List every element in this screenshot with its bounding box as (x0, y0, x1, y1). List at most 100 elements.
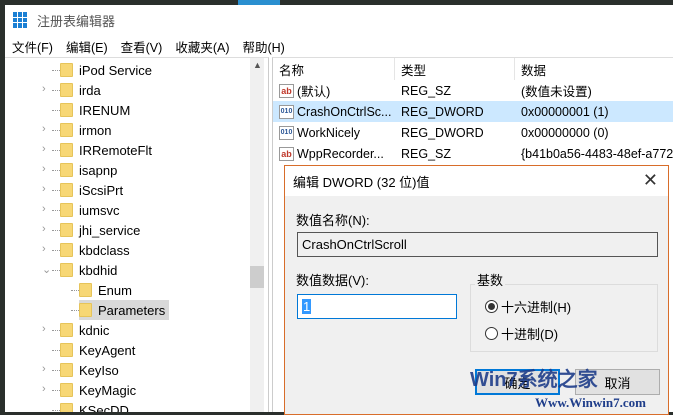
value-data-input[interactable]: 1 (297, 294, 457, 319)
menu-favorites[interactable]: 收藏夹(A) (175, 37, 229, 56)
folder-icon (60, 223, 73, 237)
tree-connector (52, 350, 60, 351)
column-type[interactable]: 类型 (401, 60, 426, 79)
watermark-logo: Win7系统之家 (470, 369, 598, 391)
tree-node-label: iumsvc (79, 202, 120, 218)
chevron-right-icon[interactable]: › (42, 383, 52, 395)
string-value-icon: ab (279, 83, 294, 98)
radio-hex-circle[interactable] (485, 300, 498, 313)
dialog-title: 编辑 DWORD (32 位)值 (293, 174, 430, 190)
value-type: REG_DWORD (401, 104, 484, 119)
table-row[interactable]: ab WppRecorder... REG_SZ {b41b0a56-4483-48e… (273, 143, 673, 164)
tree-node[interactable]: KSecDD (60, 400, 129, 412)
close-icon[interactable]: ✕ (643, 170, 658, 191)
tree-node[interactable]: irda (60, 80, 101, 100)
value-name: WorkNicely (297, 125, 360, 140)
tree-node[interactable]: Parameters (79, 300, 170, 320)
menu-edit[interactable]: 编辑(E) (66, 37, 108, 56)
column-data[interactable]: 数据 (521, 60, 546, 79)
tree-node[interactable]: IRRemoteFlt (60, 140, 152, 160)
registry-tree[interactable]: ▲ iPod Service irda › IRENUM irmon › IRRemoteF… (5, 57, 269, 412)
chevron-right-icon[interactable]: › (42, 363, 52, 375)
tree-connector (52, 190, 60, 191)
folder-icon (60, 143, 73, 157)
tree-node-label: KSecDD (79, 402, 129, 413)
tree-node[interactable]: irmon (60, 120, 112, 140)
tree-node[interactable]: kdnic (60, 320, 109, 340)
tree-node-label: KeyMagic (79, 382, 137, 398)
tree-connector (52, 70, 60, 71)
chevron-right-icon[interactable]: › (42, 83, 52, 95)
value-data-text: 1 (302, 299, 312, 314)
menu-file[interactable]: 文件(F) (12, 37, 53, 56)
value-data-label: 数值数据(V): (296, 273, 369, 288)
radio-decimal[interactable]: 十进制(D) (485, 324, 558, 343)
tree-node[interactable]: iPod Service (60, 60, 152, 80)
chevron-right-icon[interactable]: › (42, 143, 52, 155)
tree-node[interactable]: iScsiPrt (60, 180, 123, 200)
value-name-field: CrashOnCtrlScroll (297, 232, 658, 257)
tree-node[interactable]: KeyIso (60, 360, 119, 380)
tree-connector (52, 250, 60, 251)
chevron-down-icon[interactable]: ⌄ (42, 263, 52, 276)
chevron-right-icon[interactable]: › (42, 203, 52, 215)
folder-icon (60, 383, 73, 397)
chevron-right-icon[interactable]: › (42, 243, 52, 255)
folder-icon (60, 123, 73, 137)
tree-node[interactable]: IRENUM (60, 100, 130, 120)
tree-node[interactable]: isapnp (60, 160, 117, 180)
chevron-right-icon[interactable]: › (42, 223, 52, 235)
value-type: REG_DWORD (401, 125, 484, 140)
tree-node[interactable]: Enum (79, 280, 132, 300)
tree-connector (52, 90, 60, 91)
tree-connector (52, 390, 60, 391)
tree-node[interactable]: KeyMagic (60, 380, 136, 400)
tree-node[interactable]: iumsvc (60, 200, 119, 220)
tree-node-label: iScsiPrt (79, 182, 124, 198)
value-type: REG_SZ (401, 83, 452, 98)
scroll-up-icon[interactable]: ▲ (253, 60, 262, 70)
tree-node-label: Enum (98, 282, 132, 298)
tree-connector (52, 230, 60, 231)
menu-help[interactable]: 帮助(H) (242, 37, 284, 56)
string-value-icon: ab (279, 146, 294, 161)
dword-value-icon: 010 (279, 104, 294, 119)
chevron-right-icon[interactable]: › (42, 323, 52, 335)
tree-node-label: IRRemoteFlt (79, 142, 152, 158)
folder-icon (60, 203, 73, 217)
tree-node-label: irda (79, 82, 101, 98)
tree-connector (52, 130, 60, 131)
tree-node[interactable]: KeyAgent (60, 340, 135, 360)
folder-icon (60, 323, 73, 337)
column-name[interactable]: 名称 (279, 60, 304, 79)
tree-scrollbar[interactable]: ▲ (250, 58, 264, 412)
tree-connector (52, 170, 60, 171)
table-row[interactable]: 010 CrashOnCtrlSc... REG_DWORD 0x00000001 (… (273, 101, 673, 122)
tree-node-label: IRENUM (79, 102, 131, 118)
menu-view[interactable]: 查看(V) (121, 37, 163, 56)
base-label: 基数 (475, 270, 506, 289)
tree-connector (52, 270, 60, 271)
title-bar: 注册表编辑器 (5, 5, 673, 35)
chevron-right-icon[interactable]: › (42, 163, 52, 175)
tree-node[interactable]: kbdclass (60, 240, 130, 260)
scrollbar-thumb[interactable] (250, 266, 264, 288)
folder-icon (79, 303, 92, 317)
radio-decimal-label: 十进制(D) (501, 327, 559, 342)
tree-connector (52, 150, 60, 151)
tree-connector (71, 290, 79, 291)
folder-icon (60, 163, 73, 177)
radio-hex[interactable]: 十六进制(H) (485, 297, 571, 316)
chevron-right-icon[interactable]: › (42, 183, 52, 195)
menu-bar: 文件(F) 编辑(E) 查看(V) 收藏夹(A) 帮助(H) (5, 35, 673, 57)
tree-node-label: kbdhid (79, 262, 118, 278)
chevron-right-icon[interactable]: › (42, 123, 52, 135)
radio-decimal-circle[interactable] (485, 327, 498, 340)
table-row[interactable]: 010 WorkNicely REG_DWORD 0x00000000 (0) (273, 122, 673, 143)
table-row[interactable]: ab (默认) REG_SZ (数值未设置) (273, 80, 673, 101)
tree-node-label: KeyAgent (79, 342, 136, 358)
tree-connector (52, 210, 60, 211)
tree-node[interactable]: jhi_service (60, 220, 140, 240)
tree-node[interactable]: kbdhid (60, 260, 117, 280)
folder-icon (60, 403, 73, 412)
